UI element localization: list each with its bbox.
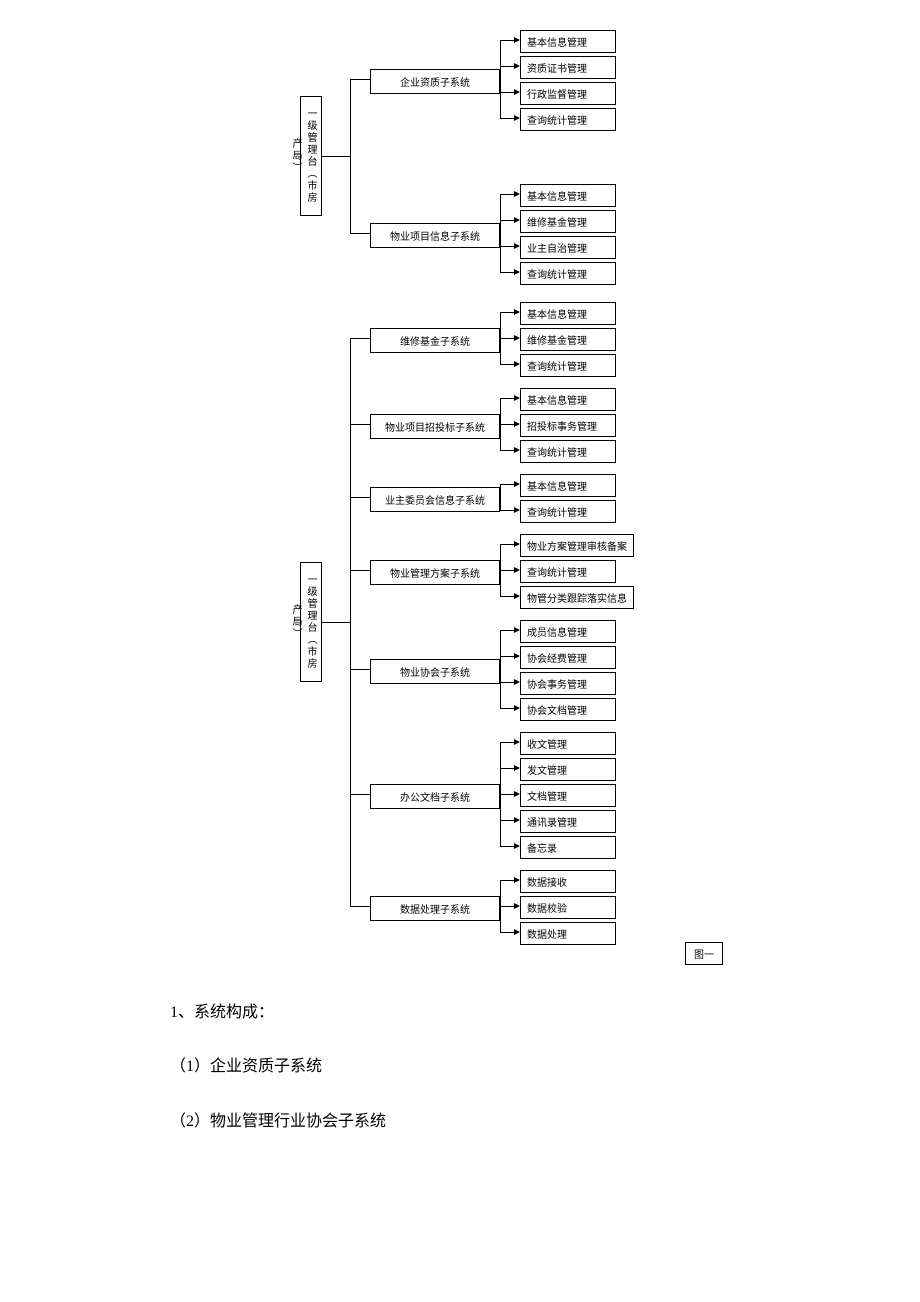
mid-6: 物业协会子系统 <box>370 659 500 684</box>
org-diagram: 基本信息管理资质证书管理行政监督管理查询统计管理企业资质子系统基本信息管理维修基… <box>300 30 860 978</box>
leaf-g3-2: 查询统计管理 <box>520 440 616 463</box>
leaf-g1-3: 查询统计管理 <box>520 262 616 285</box>
mid-2: 维修基金子系统 <box>370 328 500 353</box>
mid-5: 物业管理方案子系统 <box>370 560 500 585</box>
leaf-g0-3: 查询统计管理 <box>520 108 616 131</box>
root-0: 一级管理台（市房产局） <box>300 96 322 216</box>
leaf-g8-0: 数据接收 <box>520 870 616 893</box>
leaf-g5-0: 物业方案管理审核备案 <box>520 534 634 557</box>
mid-8: 数据处理子系统 <box>370 896 500 921</box>
leaf-g6-3: 协会文档管理 <box>520 698 616 721</box>
mid-1: 物业项目信息子系统 <box>370 223 500 248</box>
caption: 图一 <box>685 942 723 965</box>
leaf-g6-0: 成员信息管理 <box>520 620 616 643</box>
leaf-g1-0: 基本信息管理 <box>520 184 616 207</box>
leaf-g1-2: 业主自治管理 <box>520 236 616 259</box>
leaf-g2-1: 维修基金管理 <box>520 328 616 351</box>
leaf-g5-1: 查询统计管理 <box>520 560 616 583</box>
leaf-g4-0: 基本信息管理 <box>520 474 616 497</box>
leaf-g6-2: 协会事务管理 <box>520 672 616 695</box>
leaf-g0-0: 基本信息管理 <box>520 30 616 53</box>
leaf-g6-1: 协会经费管理 <box>520 646 616 669</box>
item-1: （1）企业资质子系统 <box>170 1048 920 1086</box>
heading-system: 1、系统构成： <box>170 994 920 1032</box>
body-text: 1、系统构成： （1）企业资质子系统 （2）物业管理行业协会子系统 <box>170 994 920 1141</box>
leaf-g2-2: 查询统计管理 <box>520 354 616 377</box>
leaf-g7-1: 发文管理 <box>520 758 616 781</box>
leaf-g7-4: 备忘录 <box>520 836 616 859</box>
leaf-g2-0: 基本信息管理 <box>520 302 616 325</box>
leaf-g0-2: 行政监督管理 <box>520 82 616 105</box>
leaf-g8-1: 数据校验 <box>520 896 616 919</box>
mid-0: 企业资质子系统 <box>370 69 500 94</box>
leaf-g5-2: 物管分类跟踪落实信息 <box>520 586 634 609</box>
leaf-g0-1: 资质证书管理 <box>520 56 616 79</box>
item-2: （2）物业管理行业协会子系统 <box>170 1103 920 1141</box>
root-1: 一级管理台（市房产局） <box>300 562 322 682</box>
leaf-g7-2: 文档管理 <box>520 784 616 807</box>
mid-7: 办公文档子系统 <box>370 784 500 809</box>
leaf-g1-1: 维修基金管理 <box>520 210 616 233</box>
leaf-g8-2: 数据处理 <box>520 922 616 945</box>
leaf-g7-0: 收文管理 <box>520 732 616 755</box>
leaf-g4-1: 查询统计管理 <box>520 500 616 523</box>
mid-4: 业主委员会信息子系统 <box>370 487 500 512</box>
mid-3: 物业项目招投标子系统 <box>370 414 500 439</box>
leaf-g3-1: 招投标事务管理 <box>520 414 616 437</box>
leaf-g7-3: 通讯录管理 <box>520 810 616 833</box>
leaf-g3-0: 基本信息管理 <box>520 388 616 411</box>
